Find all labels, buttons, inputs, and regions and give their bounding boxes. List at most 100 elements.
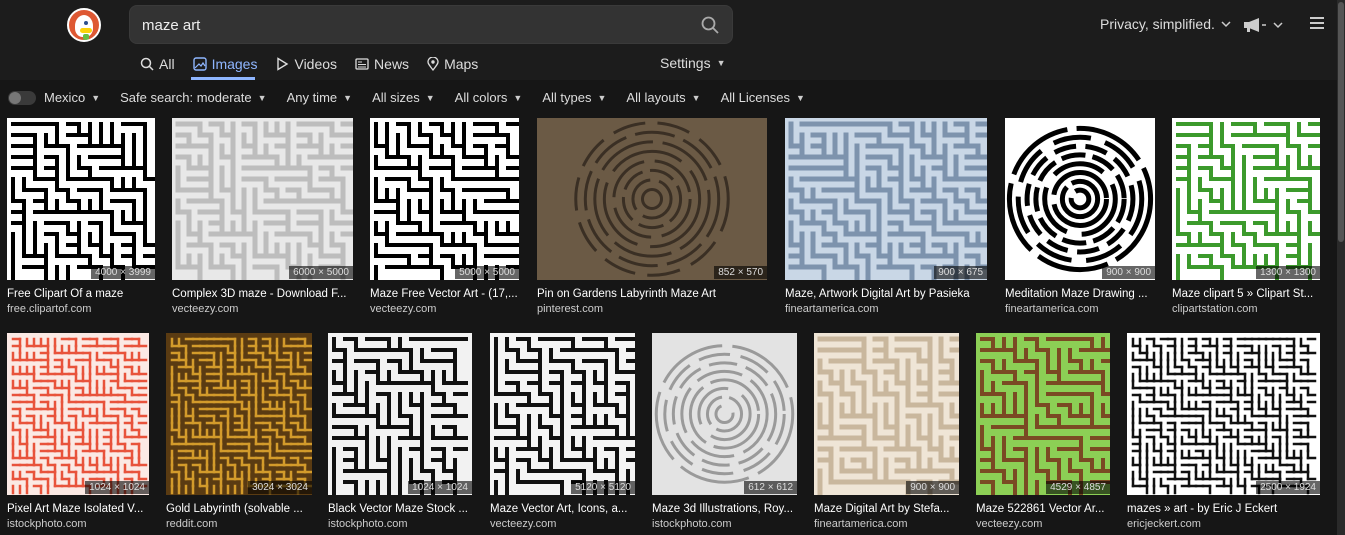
maze-thumbnail-image xyxy=(370,118,519,280)
search-icon[interactable] xyxy=(700,15,720,35)
result-source[interactable]: vecteezy.com xyxy=(976,518,1042,530)
scrollbar-thumb[interactable] xyxy=(1338,2,1344,242)
result-source[interactable]: istockphoto.com xyxy=(652,518,731,530)
result-thumbnail[interactable] xyxy=(370,118,519,280)
hamburger-menu-icon[interactable] xyxy=(1310,17,1324,29)
result-title[interactable]: Black Vector Maze Stock ... xyxy=(328,503,472,515)
filter-label: Any time xyxy=(286,90,338,105)
maze-thumbnail-image xyxy=(1127,333,1320,495)
result-title[interactable]: Pixel Art Maze Isolated V... xyxy=(7,503,149,515)
tab-news[interactable]: News xyxy=(355,56,409,72)
filter-license[interactable]: All Licenses ▼ xyxy=(721,90,805,105)
settings-menu[interactable]: Settings ▼ xyxy=(660,55,726,71)
map-pin-icon xyxy=(427,57,439,71)
announcements-menu[interactable] xyxy=(1243,17,1283,33)
result-thumbnail[interactable] xyxy=(1005,118,1155,280)
result-title[interactable]: Free Clipart Of a maze xyxy=(7,288,155,300)
tab-label: All xyxy=(159,56,175,72)
filter-type[interactable]: All types ▼ xyxy=(542,90,606,105)
result-thumbnail[interactable] xyxy=(490,333,635,495)
filter-label: Mexico xyxy=(44,90,86,105)
image-dimensions: 1024 × 1024 xyxy=(85,481,149,494)
result-thumbnail[interactable] xyxy=(537,118,767,280)
result-thumbnail[interactable] xyxy=(7,333,149,495)
caret-down-icon: ▼ xyxy=(597,92,607,103)
image-dimensions: 900 × 900 xyxy=(1102,266,1155,279)
filter-label: All Licenses xyxy=(720,90,790,105)
result-title[interactable]: Maze 3d Illustrations, Roy... xyxy=(652,503,797,515)
result-source[interactable]: fineartamerica.com xyxy=(814,518,908,530)
filter-color[interactable]: All colors ▼ xyxy=(455,90,523,105)
result-title[interactable]: Complex 3D maze - Download F... xyxy=(172,288,353,300)
tab-videos[interactable]: Videos xyxy=(275,56,337,72)
image-dimensions: 900 × 675 xyxy=(934,266,987,279)
region-toggle[interactable] xyxy=(8,90,36,105)
result-thumbnail[interactable] xyxy=(785,118,987,280)
result-source[interactable]: fineartamerica.com xyxy=(785,303,879,315)
image-dimensions: 900 × 900 xyxy=(906,481,959,494)
maze-thumbnail-image xyxy=(7,333,149,495)
result-source[interactable]: istockphoto.com xyxy=(328,518,407,530)
filter-time[interactable]: Any time ▼ xyxy=(287,90,353,105)
result-source[interactable]: clipartstation.com xyxy=(1172,303,1258,315)
filter-safe-search[interactable]: Safe search: moderate ▼ xyxy=(120,90,266,105)
caret-down-icon: ▼ xyxy=(691,92,701,103)
result-thumbnail[interactable] xyxy=(1172,118,1320,280)
result-title[interactable]: Maze Digital Art by Stefa... xyxy=(814,503,959,515)
result-thumbnail[interactable] xyxy=(166,333,312,495)
search-input[interactable] xyxy=(140,6,684,45)
result-title[interactable]: mazes » art - by Eric J Eckert xyxy=(1127,503,1320,515)
result-source[interactable]: free.clipartof.com xyxy=(7,303,91,315)
tab-all[interactable]: All xyxy=(140,56,175,72)
search-box[interactable] xyxy=(129,5,733,45)
result-title[interactable]: Maze Vector Art, Icons, a... xyxy=(490,503,635,515)
result-source[interactable]: fineartamerica.com xyxy=(1005,303,1099,315)
maze-thumbnail-image xyxy=(814,333,959,495)
result-title[interactable]: Maze 522861 Vector Ar... xyxy=(976,503,1110,515)
image-icon xyxy=(192,57,207,71)
result-title[interactable]: Meditation Maze Drawing ... xyxy=(1005,288,1155,300)
result-source[interactable]: istockphoto.com xyxy=(7,518,86,530)
image-dimensions: 4000 × 3999 xyxy=(91,266,155,279)
result-source[interactable]: vecteezy.com xyxy=(490,518,556,530)
result-thumbnail[interactable] xyxy=(814,333,959,495)
result-thumbnail[interactable] xyxy=(976,333,1110,495)
filter-label: All layouts xyxy=(626,90,686,105)
tab-images[interactable]: Images xyxy=(192,56,257,72)
image-dimensions: 1024 × 1024 xyxy=(408,481,472,494)
result-source[interactable]: ericjeckert.com xyxy=(1127,518,1201,530)
filter-layout[interactable]: All layouts ▼ xyxy=(626,90,700,105)
result-title[interactable]: Pin on Gardens Labyrinth Maze Art xyxy=(537,288,767,300)
tab-label: Videos xyxy=(294,56,338,72)
maze-thumbnail-image xyxy=(7,118,155,280)
result-source[interactable]: vecteezy.com xyxy=(172,303,238,315)
result-title[interactable]: Gold Labyrinth (solvable ... xyxy=(166,503,312,515)
filter-size[interactable]: All sizes ▼ xyxy=(372,90,435,105)
maze-thumbnail-image xyxy=(1005,118,1155,280)
result-title[interactable]: Maze, Artwork Digital Art by Pasieka xyxy=(785,288,987,300)
result-thumbnail[interactable] xyxy=(172,118,353,280)
result-thumbnail[interactable] xyxy=(328,333,472,495)
page-scrollbar[interactable] xyxy=(1337,0,1345,535)
maze-thumbnail-image xyxy=(172,118,353,280)
caret-down-icon: ▼ xyxy=(716,58,726,68)
caret-down-icon: ▼ xyxy=(425,92,435,103)
image-dimensions: 2500 × 1924 xyxy=(1256,481,1320,494)
maze-thumbnail-image xyxy=(166,333,312,495)
result-title[interactable]: Maze clipart 5 » Clipart St... xyxy=(1172,288,1320,300)
chevron-down-icon xyxy=(1273,22,1283,29)
result-title[interactable]: Maze Free Vector Art - (17,... xyxy=(370,288,519,300)
result-thumbnail[interactable] xyxy=(1127,333,1320,495)
caret-down-icon: ▼ xyxy=(91,92,101,103)
privacy-menu[interactable]: Privacy, simplified. xyxy=(1100,16,1231,32)
filter-region[interactable]: Mexico ▼ xyxy=(44,90,100,105)
result-source[interactable]: vecteezy.com xyxy=(370,303,436,315)
image-dimensions: 3024 × 3024 xyxy=(248,481,312,494)
result-source[interactable]: pinterest.com xyxy=(537,303,603,315)
tab-maps[interactable]: Maps xyxy=(427,56,478,72)
result-thumbnail[interactable] xyxy=(652,333,797,495)
duckduckgo-logo-icon[interactable] xyxy=(67,8,101,42)
result-thumbnail[interactable] xyxy=(7,118,155,280)
result-source[interactable]: reddit.com xyxy=(166,518,217,530)
play-icon xyxy=(277,57,289,71)
